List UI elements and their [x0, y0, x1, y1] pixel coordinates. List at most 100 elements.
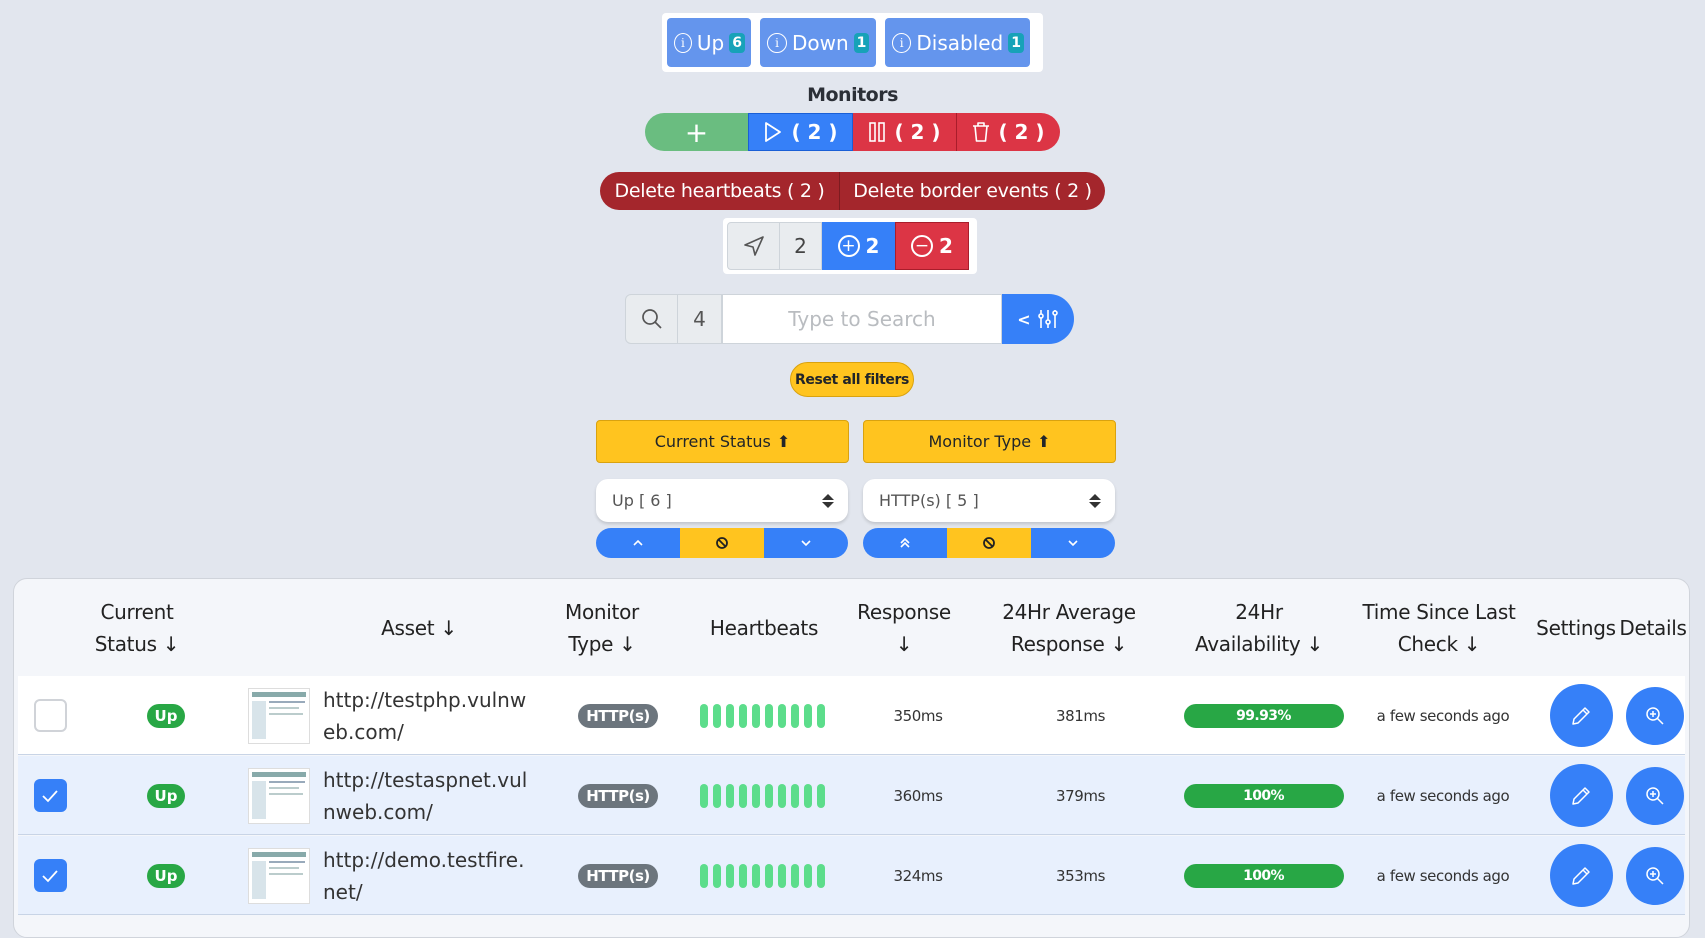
monitor-type-filter-header[interactable]: Monitor Type ⬆ — [863, 420, 1116, 463]
current-status-filter-header[interactable]: Current Status ⬆ — [596, 420, 849, 463]
search-input[interactable] — [722, 294, 1002, 344]
delete-heartbeats-button[interactable]: Delete heartbeats ( 2 ) — [600, 172, 840, 210]
monitor-type-badge: HTTP(s) — [578, 703, 658, 728]
current-status-select[interactable]: Up [ 6 ] — [596, 479, 848, 522]
status-disabled-button[interactable]: i Disabled 1 — [885, 18, 1030, 67]
column-header-asset[interactable]: Asset ↓ — [324, 579, 514, 676]
heartbeat-tick — [790, 703, 799, 728]
column-header-settings: Settings — [1534, 579, 1618, 676]
view-details-button[interactable] — [1626, 686, 1684, 745]
heartbeat-bar — [699, 783, 825, 808]
info-circle-icon: i — [674, 32, 692, 53]
edit-monitor-button[interactable] — [1549, 684, 1613, 747]
monitor-type-select[interactable]: HTTP(s) [ 5 ] — [863, 479, 1115, 522]
column-header-last-check[interactable]: Time Since Last Check ↓ — [1349, 579, 1529, 676]
column-header-avg-response[interactable]: 24Hr Average Response ↓ — [979, 579, 1159, 676]
asset-thumbnail[interactable] — [248, 767, 310, 824]
status-disabled-count: 1 — [1008, 32, 1024, 53]
heartbeat-bar — [699, 863, 825, 888]
edit-monitor-button[interactable] — [1549, 764, 1613, 827]
edit-monitor-button[interactable] — [1549, 844, 1613, 907]
asset-thumbnail[interactable] — [248, 847, 310, 904]
heartbeat-tick — [777, 863, 786, 888]
header-line: Check ↓ — [1397, 631, 1481, 656]
sort-descending-button[interactable] — [1031, 528, 1115, 558]
heartbeat-tick — [777, 783, 786, 808]
heartbeat-tick — [725, 863, 734, 888]
status-down-button[interactable]: i Down 1 — [760, 18, 876, 67]
pencil-icon — [1572, 706, 1590, 725]
heartbeat-tick — [725, 783, 734, 808]
avg-response-time: 353ms — [1055, 866, 1106, 885]
delete-border-events-button[interactable]: Delete border events ( 2 ) — [840, 172, 1105, 210]
monitor-actions-bar: + ( 2 ) ( 2 ) ( 2 ) — [645, 113, 1060, 151]
select-arrows-icon — [822, 493, 834, 508]
status-summary-bar: i Up 6 i Down 1 i Disabled 1 — [662, 13, 1043, 72]
sort-ascending-button[interactable] — [596, 528, 680, 558]
view-details-button[interactable] — [1626, 766, 1684, 825]
heartbeat-tick — [699, 703, 708, 728]
row-checkbox[interactable] — [33, 779, 67, 812]
status-up-button[interactable]: i Up 6 — [667, 18, 751, 67]
chevron-up-icon — [633, 539, 643, 546]
column-header-monitor-type[interactable]: Monitor Type ↓ — [534, 579, 670, 676]
heartbeat-tick — [712, 783, 721, 808]
delete-selected-button[interactable]: ( 2 ) — [957, 113, 1060, 151]
asset-thumbnail[interactable] — [248, 687, 310, 744]
column-header-response[interactable]: Response ↓ — [834, 579, 974, 676]
header-line: Asset ↓ — [381, 615, 457, 640]
asset-link[interactable]: http://testaspnet.vulnweb.com/ — [323, 764, 533, 828]
collapse-arrow: < — [1017, 309, 1031, 329]
deselect-all-button[interactable]: − 2 — [895, 222, 969, 270]
toggle-filters-button[interactable]: < — [1002, 294, 1074, 344]
resume-count: ( 2 ) — [791, 120, 838, 144]
last-check-time: a few seconds ago — [1376, 866, 1510, 885]
sort-descending-button[interactable] — [764, 528, 848, 558]
sort-clear-button[interactable] — [947, 528, 1031, 558]
heartbeat-tick — [803, 703, 812, 728]
header-line: Monitor — [565, 599, 639, 624]
column-header-current-status[interactable]: Current Status ↓ — [62, 579, 212, 676]
header-line: Type ↓ — [568, 631, 636, 656]
availability-badge: 100% — [1183, 783, 1344, 808]
search-group: 4 < — [625, 294, 1080, 344]
search-button[interactable] — [625, 294, 678, 344]
header-line: Settings — [1536, 615, 1616, 640]
pause-selected-button[interactable]: ( 2 ) — [853, 113, 957, 151]
minus-circle-icon: − — [911, 235, 934, 257]
asset-link[interactable]: http://demo.testfire.net/ — [323, 844, 533, 908]
header-line: Time Since Last — [1362, 599, 1516, 624]
response-time: 360ms — [893, 786, 943, 805]
navigate-selected-button[interactable] — [727, 222, 780, 270]
select-all-button[interactable]: + 2 — [822, 222, 895, 270]
sort-clear-button[interactable] — [680, 528, 764, 558]
row-checkbox[interactable] — [33, 699, 67, 732]
heartbeat-tick — [699, 863, 708, 888]
header-line: 24Hr Average — [1002, 599, 1136, 624]
heartbeat-tick — [790, 783, 799, 808]
header-line: Response ↓ — [1010, 631, 1128, 656]
heartbeat-tick — [699, 783, 708, 808]
search-result-count: 4 — [678, 294, 722, 344]
heartbeat-tick — [712, 863, 721, 888]
add-monitor-button[interactable]: + — [645, 113, 748, 151]
reset-filters-button[interactable]: Reset all filters — [790, 362, 914, 397]
select-arrows-icon — [1089, 493, 1101, 508]
heartbeat-tick — [803, 863, 812, 888]
chevron-down-icon — [1068, 540, 1078, 547]
chevrons-up-icon — [900, 537, 910, 548]
trash-icon — [973, 122, 990, 142]
pause-icon — [869, 122, 886, 142]
monitor-type-selected: HTTP(s) [ 5 ] — [879, 491, 979, 510]
asset-link[interactable]: http://testphp.vulnweb.com/ — [323, 684, 533, 748]
column-header-availability[interactable]: 24Hr Availability ↓ — [1164, 579, 1354, 676]
header-line: Status ↓ — [94, 631, 180, 656]
heartbeat-tick — [751, 863, 760, 888]
avg-response-time: 381ms — [1055, 706, 1106, 725]
sort-ascending-button[interactable] — [863, 528, 947, 558]
resume-selected-button[interactable]: ( 2 ) — [748, 113, 853, 151]
view-details-button[interactable] — [1626, 846, 1684, 905]
select-all-count: 2 — [865, 234, 880, 258]
row-checkbox[interactable] — [33, 859, 67, 892]
response-time: 324ms — [893, 866, 943, 885]
